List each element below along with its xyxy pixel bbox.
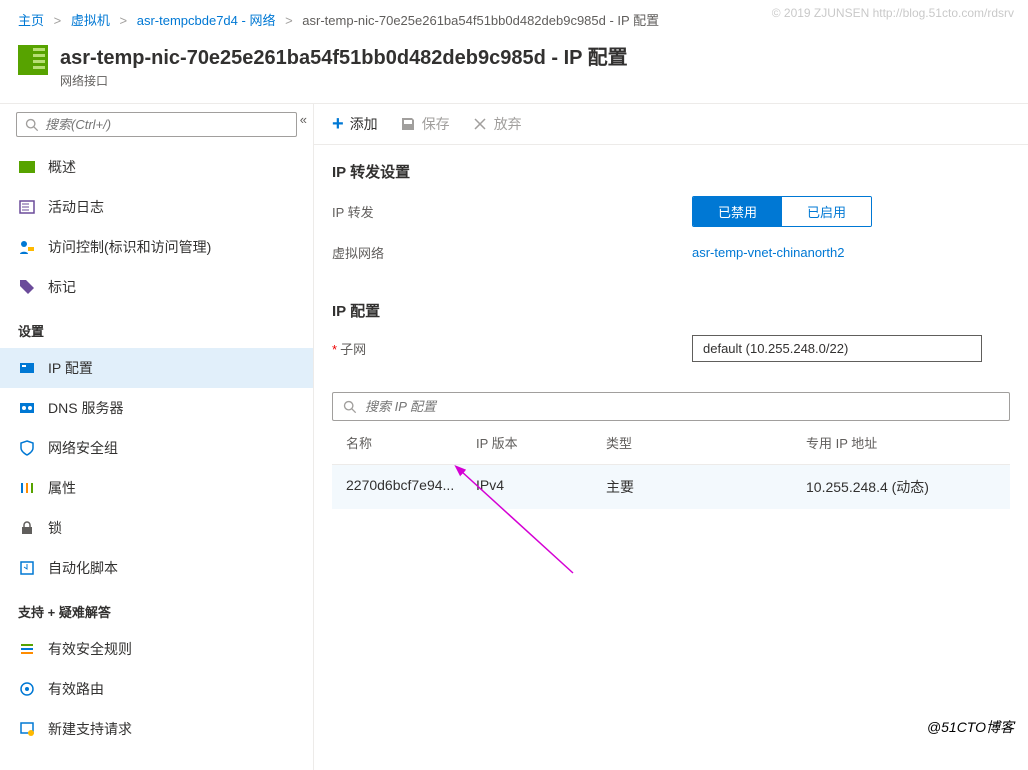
vnet-link[interactable]: asr-temp-vnet-chinanorth2	[692, 245, 844, 260]
sidebar-item-dns[interactable]: DNS 服务器	[0, 388, 313, 428]
sidebar-item-label: 属性	[48, 478, 76, 498]
watermark-top: © 2019 ZJUNSEN http://blog.51cto.com/rds…	[772, 6, 1014, 20]
toggle-disabled[interactable]: 已禁用	[693, 197, 782, 226]
table-row[interactable]: 2270d6bcf7e94... IPv4 主要 10.255.248.4 (动…	[332, 465, 1010, 509]
access-control-icon	[18, 238, 36, 256]
sidebar: « 概述 活动日志 访问控制(标识和访问管理) 标记 设置 IP 配置 D	[0, 104, 314, 770]
ip-config-icon	[18, 359, 36, 377]
sidebar-item-label: 活动日志	[48, 197, 104, 217]
script-icon	[18, 559, 36, 577]
sidebar-item-label: IP 配置	[48, 358, 93, 378]
search-icon	[25, 118, 39, 132]
support-icon	[18, 720, 36, 738]
breadcrumb-sep: >	[285, 13, 293, 28]
save-icon	[400, 116, 416, 132]
sidebar-item-label: 有效路由	[48, 679, 104, 699]
sidebar-item-access-control[interactable]: 访问控制(标识和访问管理)	[0, 227, 313, 267]
sidebar-item-automation[interactable]: 自动化脚本	[0, 548, 313, 588]
col-type: 类型	[606, 433, 806, 452]
col-version: IP 版本	[476, 433, 606, 452]
cell-version: IPv4	[476, 477, 606, 497]
table-header: 名称 IP 版本 类型 专用 IP 地址	[332, 421, 1010, 465]
sidebar-item-label: 有效安全规则	[48, 639, 132, 659]
subnet-select[interactable]: default (10.255.248.0/22)	[692, 335, 982, 362]
routes-icon	[18, 680, 36, 698]
ip-forward-toggle[interactable]: 已禁用 已启用	[692, 196, 872, 227]
sidebar-item-label: 新建支持请求	[48, 719, 132, 739]
cell-name: 2270d6bcf7e94...	[346, 477, 476, 497]
sidebar-search-input[interactable]	[45, 117, 288, 132]
sidebar-item-activity-log[interactable]: 活动日志	[0, 187, 313, 227]
ip-config-heading: IP 配置	[332, 300, 1010, 321]
toolbar: + 添加 保存 放弃	[314, 104, 1028, 145]
col-private-ip: 专用 IP 地址	[806, 433, 996, 452]
rules-icon	[18, 640, 36, 658]
sidebar-search[interactable]	[16, 112, 297, 137]
overview-icon	[18, 158, 36, 176]
lock-icon	[18, 519, 36, 537]
page-title: asr-temp-nic-70e25e261ba54f51bb0d482deb9…	[60, 41, 628, 70]
vnet-label: 虚拟网络	[332, 243, 692, 262]
sidebar-section-settings: 设置	[0, 307, 313, 348]
discard-icon	[472, 116, 488, 132]
breadcrumb-sep: >	[54, 13, 62, 28]
breadcrumb-current: asr-temp-nic-70e25e261ba54f51bb0d482deb9…	[302, 13, 659, 28]
ip-config-search[interactable]	[332, 392, 1010, 421]
ip-forward-heading: IP 转发设置	[332, 161, 1010, 182]
breadcrumb-resource[interactable]: asr-tempcbde7d4 - 网络	[137, 13, 276, 28]
sidebar-item-overview[interactable]: 概述	[0, 147, 313, 187]
cell-private-ip: 10.255.248.4 (动态)	[806, 477, 996, 497]
watermark-bottom: @51CTO博客	[927, 717, 1014, 737]
ip-config-table: 名称 IP 版本 类型 专用 IP 地址 2270d6bcf7e94... IP…	[332, 421, 1010, 509]
sidebar-item-label: 概述	[48, 157, 76, 177]
sidebar-item-tags[interactable]: 标记	[0, 267, 313, 307]
sidebar-item-label: 标记	[48, 277, 76, 297]
ip-config-search-input[interactable]	[365, 399, 999, 414]
collapse-icon[interactable]: «	[300, 112, 307, 127]
sidebar-item-effective-routes[interactable]: 有效路由	[0, 669, 313, 709]
sidebar-item-label: 访问控制(标识和访问管理)	[48, 237, 211, 257]
activity-log-icon	[18, 198, 36, 216]
dns-icon	[18, 399, 36, 417]
nic-icon	[18, 45, 48, 75]
add-button[interactable]: + 添加	[332, 114, 378, 134]
plus-icon: +	[332, 117, 344, 131]
save-button: 保存	[400, 114, 450, 134]
sidebar-item-properties[interactable]: 属性	[0, 468, 313, 508]
content-pane: + 添加 保存 放弃 IP 转发设置 IP 转发 已禁用 已启用	[314, 104, 1028, 770]
sidebar-item-nsg[interactable]: 网络安全组	[0, 428, 313, 468]
discard-button: 放弃	[472, 114, 522, 134]
sidebar-item-label: DNS 服务器	[48, 398, 123, 418]
search-icon	[343, 400, 357, 414]
cell-type: 主要	[606, 477, 806, 497]
tag-icon	[18, 278, 36, 296]
breadcrumb-sep: >	[120, 13, 128, 28]
sidebar-item-locks[interactable]: 锁	[0, 508, 313, 548]
sidebar-item-support-request[interactable]: 新建支持请求	[0, 709, 313, 749]
page-subtitle: 网络接口	[60, 72, 628, 89]
sidebar-section-support: 支持 + 疑难解答	[0, 588, 313, 629]
col-name: 名称	[346, 433, 476, 452]
sidebar-item-label: 网络安全组	[48, 438, 118, 458]
properties-icon	[18, 479, 36, 497]
toggle-enabled[interactable]: 已启用	[782, 197, 871, 226]
ip-forward-label: IP 转发	[332, 202, 692, 221]
sidebar-item-ip-config[interactable]: IP 配置	[0, 348, 313, 388]
breadcrumb-vm[interactable]: 虚拟机	[71, 13, 110, 28]
page-header: asr-temp-nic-70e25e261ba54f51bb0d482deb9…	[0, 37, 1028, 103]
sidebar-item-label: 锁	[48, 518, 62, 538]
subnet-label: *子网	[332, 339, 692, 358]
shield-icon	[18, 439, 36, 457]
breadcrumb-home[interactable]: 主页	[18, 13, 44, 28]
sidebar-item-effective-rules[interactable]: 有效安全规则	[0, 629, 313, 669]
sidebar-item-label: 自动化脚本	[48, 558, 118, 578]
